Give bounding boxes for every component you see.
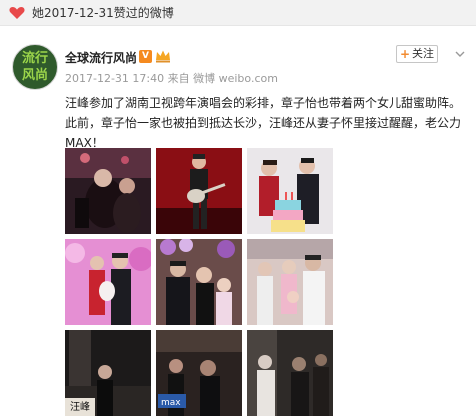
avatar-text-top: 流行 bbox=[22, 51, 49, 66]
post-timestamp: 2017-12-31 17:40 来自 微博 weibo.com bbox=[65, 72, 278, 85]
vip-badge: V bbox=[139, 50, 152, 63]
airport-crowd-photo[interactable]: max bbox=[156, 330, 242, 416]
guitar-performer-photo[interactable] bbox=[156, 148, 242, 234]
family-with-child-photo[interactable] bbox=[247, 239, 333, 325]
avatar[interactable]: 流行 风尚 bbox=[12, 44, 58, 90]
post-text-line: 此前，章子怡一家也被拍到抵达长沙，汪峰还从妻子怀里接过醒醒，老公力 bbox=[65, 116, 462, 130]
concert-crowd-photo[interactable] bbox=[65, 148, 151, 234]
birthday-cake-couple-photo[interactable] bbox=[247, 148, 333, 234]
balloon-family-photo[interactable] bbox=[156, 239, 242, 325]
photo-caption-wangfeng: 汪峰 bbox=[70, 401, 90, 413]
plus-icon: + bbox=[400, 47, 411, 61]
liked-header-bar: 她2017-12-31赞过的微博 bbox=[0, 0, 476, 26]
post-text-line: 汪峰参加了湖南卫视跨年演唱会的彩排，章子怡也带着两个女儿甜蜜助阵。 bbox=[65, 96, 462, 110]
pink-party-family-photo[interactable] bbox=[65, 239, 151, 325]
heart-icon bbox=[9, 7, 25, 19]
avatar-text-bottom: 风尚 bbox=[22, 68, 49, 83]
photo-caption-max: max bbox=[161, 398, 181, 408]
dark-street-photo[interactable] bbox=[247, 330, 333, 416]
chevron-down-icon[interactable] bbox=[455, 50, 465, 58]
follow-button[interactable]: + 关注 bbox=[396, 45, 438, 63]
author-name[interactable]: 全球流行风尚 bbox=[65, 49, 137, 66]
post-body: 汪峰参加了湖南卫视跨年演唱会的彩排，章子怡也带着两个女儿甜蜜助阵。 此前，章子怡… bbox=[65, 93, 465, 153]
liked-date-label: 她2017-12-31赞过的微博 bbox=[32, 6, 174, 20]
follow-label: 关注 bbox=[412, 47, 434, 60]
member-crown-icon bbox=[156, 50, 170, 63]
night-arrival-photo[interactable]: 汪峰 bbox=[65, 330, 151, 416]
